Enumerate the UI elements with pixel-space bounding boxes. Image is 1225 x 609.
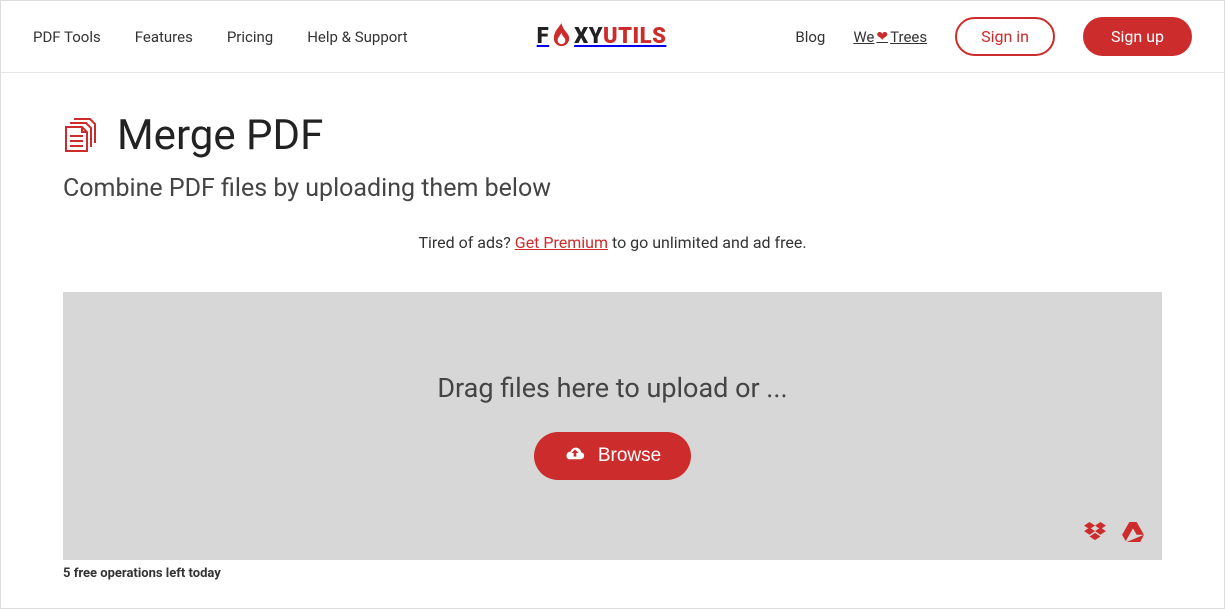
merge-docs-icon [63,116,97,156]
page-subtitle: Combine PDF files by uploading them belo… [63,174,1162,203]
nav-blog[interactable]: Blog [795,28,825,46]
dropzone[interactable]: Drag files here to upload or ... Browse [63,292,1162,560]
cloud-upload-icon [564,444,586,468]
trees-text: Trees [890,28,927,46]
signin-button[interactable]: Sign in [955,17,1055,56]
signup-button[interactable]: Sign up [1083,17,1192,56]
main: Merge PDF Combine PDF files by uploading… [1,73,1224,581]
we-text: We [853,28,874,46]
logo-xy: XY [574,24,603,49]
logo[interactable]: F XY UTILS [537,23,667,50]
nav-left: PDF Tools Features Pricing Help & Suppor… [33,28,408,46]
operations-left-note: 5 free operations left today [63,566,1162,581]
header: PDF Tools Features Pricing Help & Suppor… [1,1,1224,73]
get-premium-link[interactable]: Get Premium [515,233,608,252]
nav-help-support[interactable]: Help & Support [307,28,407,46]
logo-wrap: F XY UTILS [408,23,796,50]
heart-icon: ❤ [876,29,888,45]
premium-line: Tired of ads? Get Premium to go unlimite… [63,233,1162,252]
dropbox-icon[interactable] [1084,522,1106,546]
logo-utils: UTILS [603,24,666,49]
google-drive-icon[interactable] [1122,522,1144,546]
nav-features[interactable]: Features [135,28,193,46]
logo-f: F [537,24,550,49]
browse-button[interactable]: Browse [534,432,691,480]
flame-icon [550,23,573,50]
cloud-source-icons [1084,522,1144,546]
title-row: Merge PDF [63,111,1162,160]
nav-right: Blog We ❤ Trees Sign in Sign up [795,17,1192,56]
browse-label: Browse [598,445,661,467]
dropzone-text: Drag files here to upload or ... [437,372,787,404]
premium-suffix: to go unlimited and ad free. [608,233,807,252]
premium-prefix: Tired of ads? [418,233,514,252]
nav-pdf-tools[interactable]: PDF Tools [33,28,101,46]
nav-we-love-trees[interactable]: We ❤ Trees [853,28,927,46]
nav-pricing[interactable]: Pricing [227,28,273,46]
page-title: Merge PDF [117,111,323,160]
